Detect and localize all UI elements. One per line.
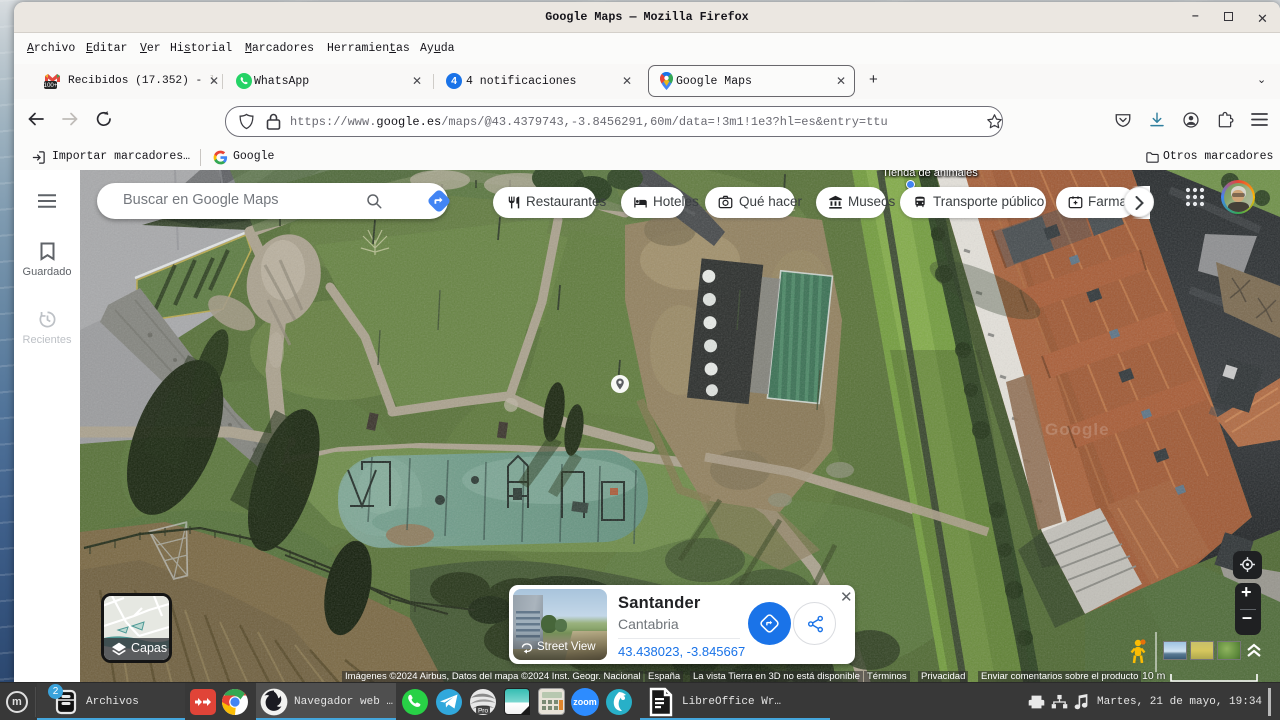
svg-text:Pro: Pro [478, 708, 489, 715]
svg-text:100+: 100+ [44, 82, 58, 89]
